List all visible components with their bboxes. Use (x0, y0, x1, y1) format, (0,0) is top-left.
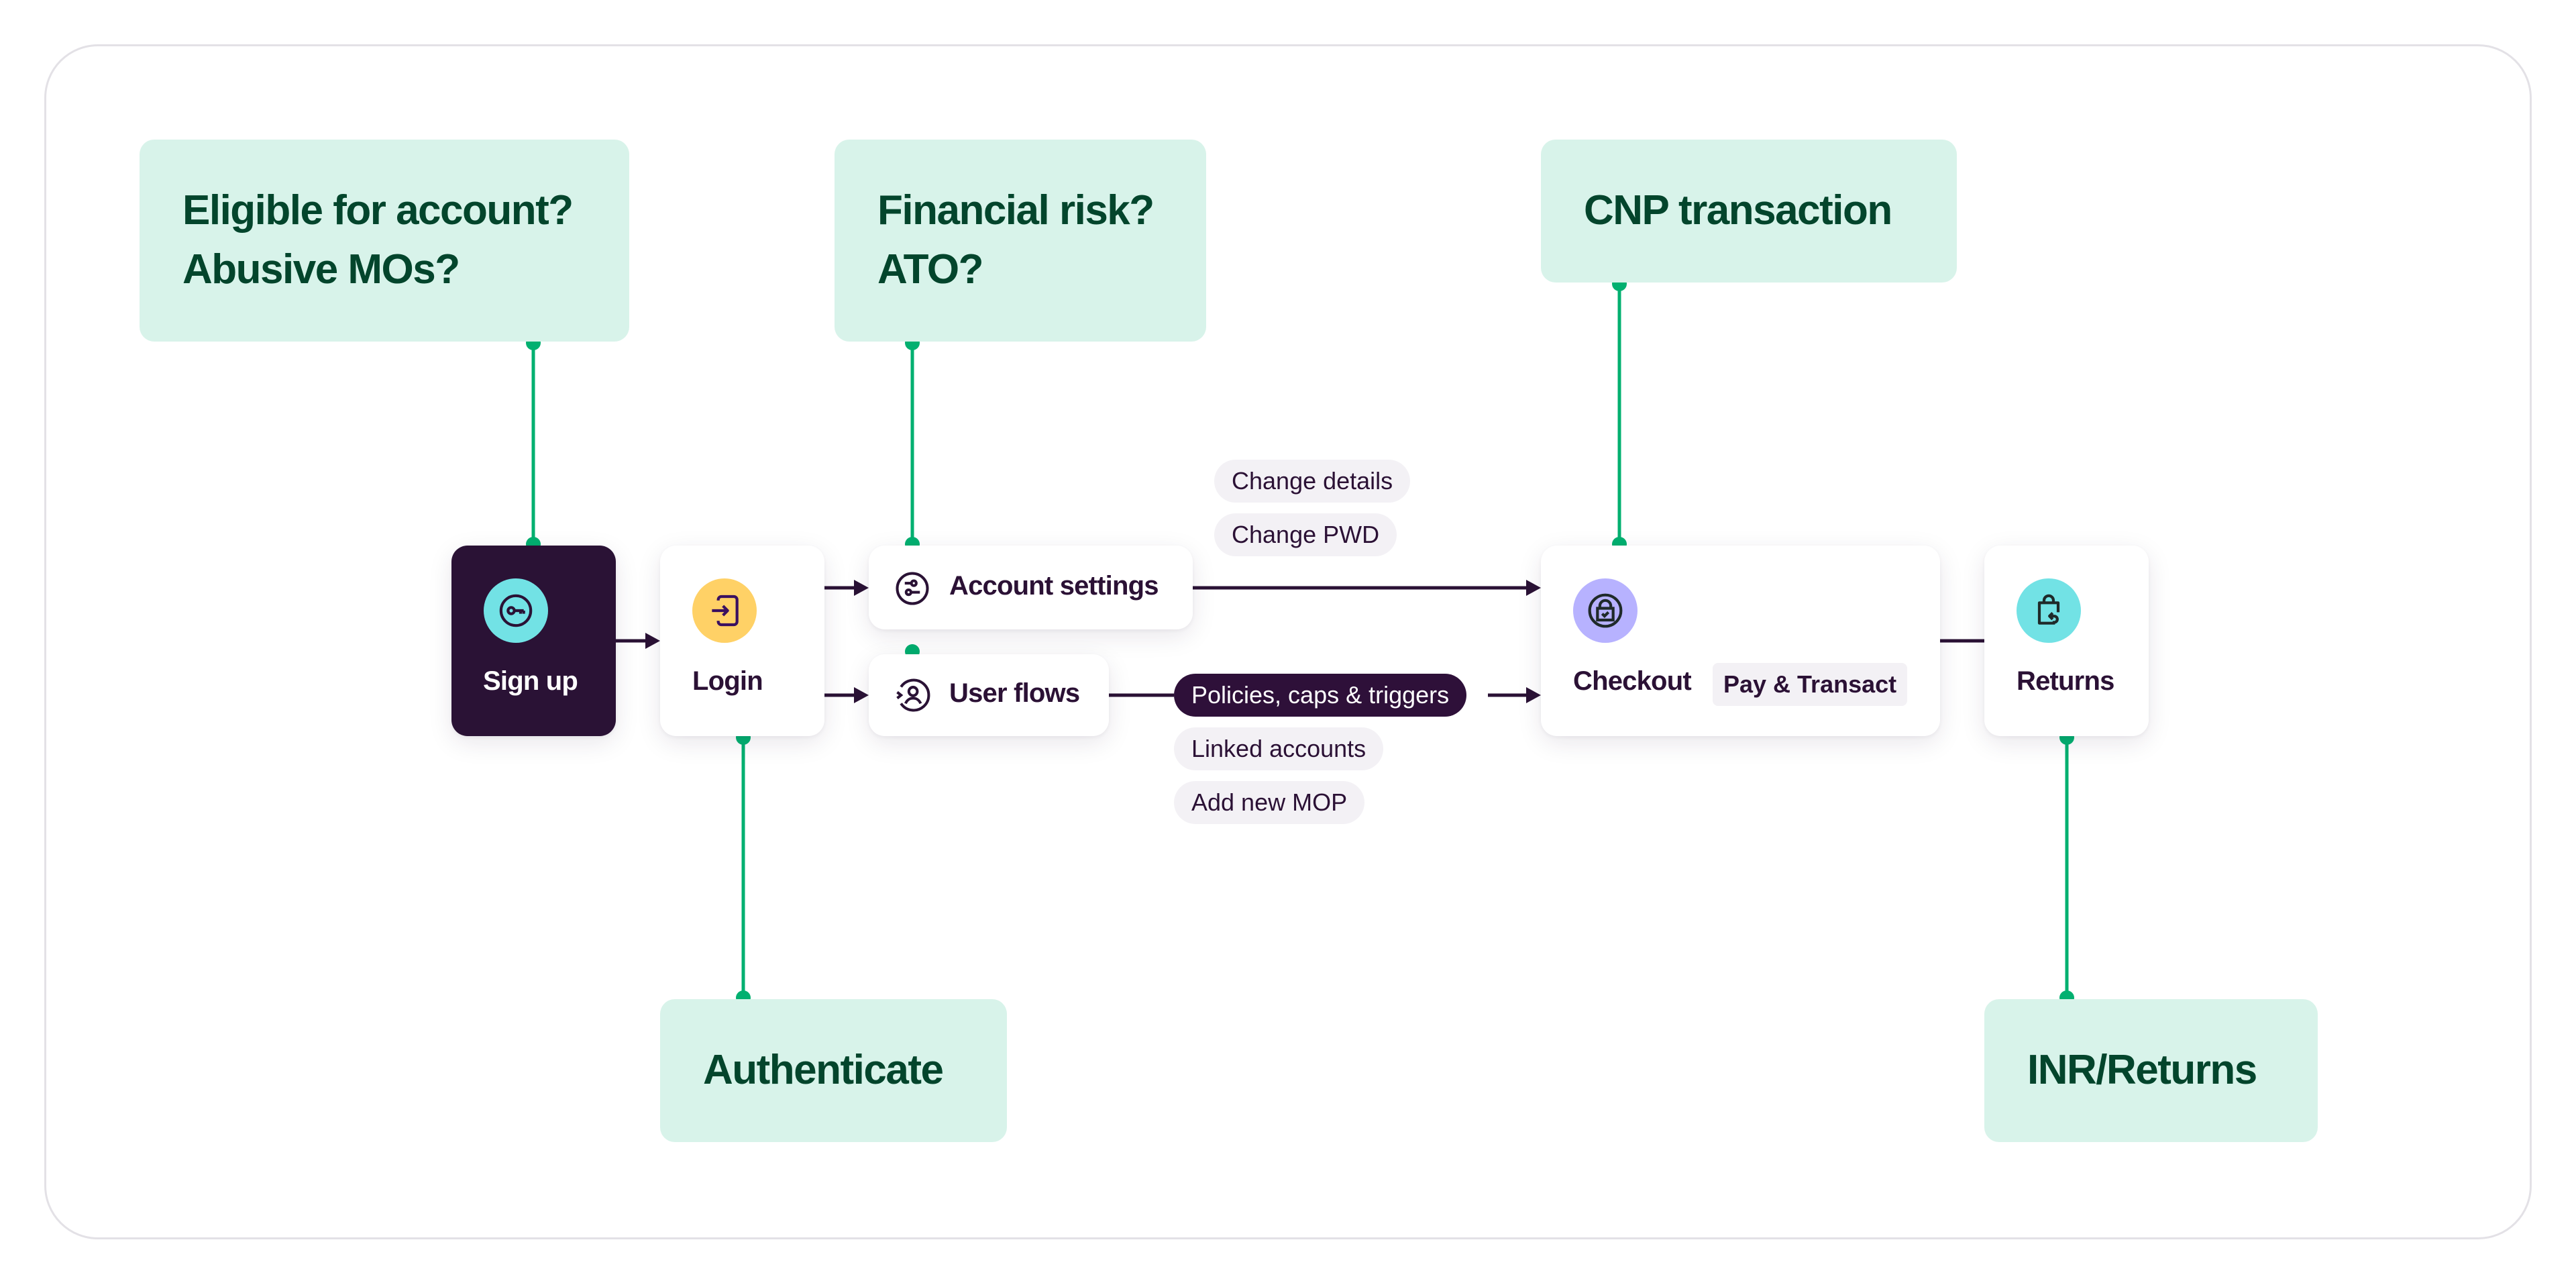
node-checkout[interactable]: Checkout Pay & Transact (1541, 546, 1940, 736)
login-icon (692, 578, 757, 643)
callout-account-risk: Financial risk? ATO? (835, 140, 1206, 342)
node-login[interactable]: Login (660, 546, 824, 736)
callout-line: Eligible for account? (182, 187, 574, 234)
node-label: Sign up (483, 666, 578, 696)
secure-bag-icon (1573, 578, 1638, 643)
user-flow-icon (894, 677, 930, 717)
pill-change-details[interactable]: Change details (1214, 460, 1411, 503)
pill-linked-accounts[interactable]: Linked accounts (1174, 727, 1384, 770)
pill-policies-caps-triggers[interactable]: Policies, caps & triggers (1174, 674, 1467, 717)
key-icon (484, 578, 548, 643)
bag-return-icon (2017, 578, 2081, 643)
callout-checkout-risk: CNP transaction (1541, 140, 1957, 283)
node-label: Login (692, 666, 763, 696)
pill-add-new-mop[interactable]: Add new MOP (1174, 781, 1365, 824)
node-sign-up[interactable]: Sign up (451, 546, 616, 736)
callout-line: Financial risk? (877, 187, 1155, 234)
node-user-flows[interactable]: User flows (869, 654, 1109, 736)
pay-transact-chip[interactable]: Pay & Transact (1713, 663, 1908, 706)
node-label: Returns (2017, 666, 2114, 696)
callout-line: CNP transaction (1584, 187, 1892, 234)
callout-line: Authenticate (703, 1047, 944, 1093)
node-label: User flows (949, 678, 1080, 708)
node-label: Account settings (949, 571, 1159, 601)
callout-returns-risk: INR/Returns (1984, 999, 2318, 1142)
callout-line: Abusive MOs? (182, 246, 460, 293)
callout-line: INR/Returns (2027, 1047, 2257, 1093)
node-returns[interactable]: Returns (1984, 546, 2149, 736)
callout-signup-risk: Eligible for account? Abusive MOs? (140, 140, 629, 342)
callout-line: ATO? (877, 246, 984, 293)
callout-login-risk: Authenticate (660, 999, 1007, 1142)
node-account-settings[interactable]: Account settings (869, 546, 1193, 629)
node-label: Checkout (1573, 666, 1692, 696)
settings-toggle-icon (894, 570, 930, 610)
pill-change-pwd[interactable]: Change PWD (1214, 513, 1397, 556)
